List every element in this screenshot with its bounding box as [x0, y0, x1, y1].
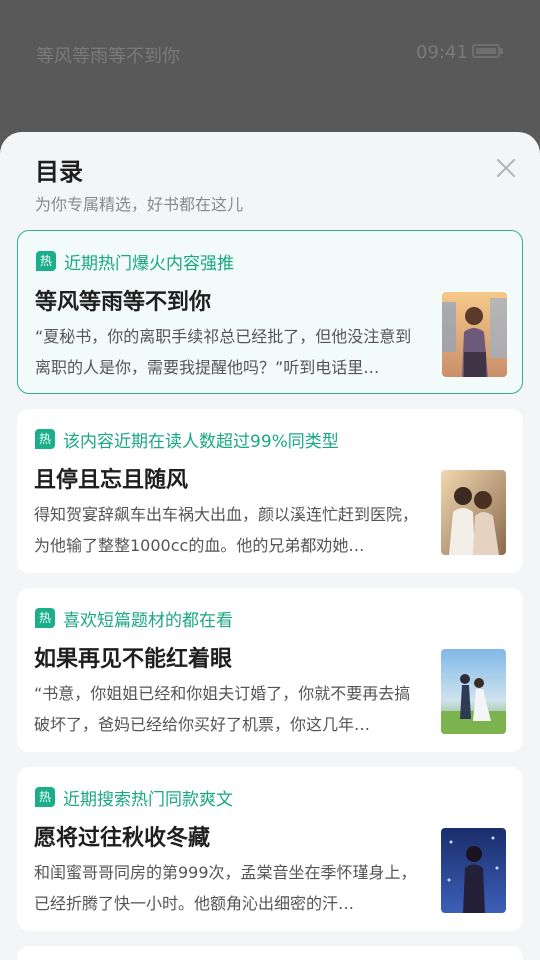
book-tag: 热 喜欢短篇题材的都在看 — [35, 607, 233, 631]
book-description: “书意，你姐姐已经和你姐夫订婚了，你就不要再去搞破坏了，爸妈已经给你买好了机票，… — [34, 684, 411, 734]
book-cover-image — [442, 292, 507, 377]
tag-text: 该内容近期在读人数超过99%同类型 — [63, 431, 339, 452]
close-icon[interactable] — [494, 156, 518, 180]
book-card[interactable]: 热 该内容近期在读人数超过99%同类型 且停且忘且随风 得知贺宴辞飙车出车祸大出… — [17, 409, 523, 573]
tag-text: 喜欢短篇题材的都在看 — [63, 610, 233, 631]
book-title: 如果再见不能红着眼 — [34, 647, 233, 672]
current-book-title: 等风等雨等不到你 — [36, 46, 180, 67]
hot-badge-icon: 热 — [35, 608, 55, 628]
battery-icon — [472, 44, 500, 58]
book-description: “夏秘书，你的离职手续祁总已经批了，但他没注意到离职的人是你，需要我提醒他吗？”… — [35, 327, 412, 377]
catalog-sheet: 目录 为你专属精选，好书都在这儿 热 近期热门爆火内容强推 等风等雨等不到你 “… — [0, 132, 540, 960]
book-cover-image — [441, 470, 506, 555]
book-title: 愿将过往秋收冬藏 — [34, 826, 211, 851]
tag-text: 近期热门爆火内容强推 — [64, 253, 234, 274]
book-description: 得知贺宴辞飙车出车祸大出血，颜以溪连忙赶到医院，为他输了整整1000cc的血。他… — [34, 505, 419, 555]
book-tag: 热 近期搜索热门同款爽文 — [35, 786, 233, 810]
book-tag: 热 该内容近期在读人数超过99%同类型 — [35, 428, 339, 452]
tag-text: 近期搜索热门同款爽文 — [63, 789, 233, 810]
book-card[interactable]: 热 近期搜索热门同款爽文 愿将过往秋收冬藏 和闺蜜哥哥同房的第999次，孟棠音坐… — [17, 767, 523, 931]
book-description: 和闺蜜哥哥同房的第999次，孟棠音坐在季怀瑾身上，已经折腾了快一小时。他额角沁出… — [34, 863, 417, 913]
sheet-title: 目录 — [35, 158, 83, 186]
hot-badge-icon: 热 — [35, 429, 55, 449]
book-cover-image — [441, 828, 506, 913]
battery-tip — [500, 48, 503, 54]
hot-badge-icon: 热 — [35, 787, 55, 807]
book-title: 且停且忘且随风 — [34, 468, 189, 493]
book-card[interactable]: 热 喜欢短篇题材的都在看 如果再见不能红着眼 “书意，你姐姐已经和你姐夫订婚了，… — [17, 588, 523, 752]
book-card-next[interactable] — [17, 946, 523, 960]
book-title: 等风等雨等不到你 — [35, 290, 212, 315]
hot-badge-icon: 热 — [36, 251, 56, 271]
book-cover-image — [441, 649, 506, 734]
reader-background: 等风等雨等不到你 09:41 — [0, 0, 540, 132]
book-tag: 热 近期热门爆火内容强推 — [36, 250, 234, 274]
sheet-subtitle: 为你专属精选，好书都在这儿 — [35, 195, 244, 214]
clock: 09:41 — [416, 42, 468, 63]
book-card[interactable]: 热 近期热门爆火内容强推 等风等雨等不到你 “夏秘书，你的离职手续祁总已经批了，… — [17, 230, 523, 394]
